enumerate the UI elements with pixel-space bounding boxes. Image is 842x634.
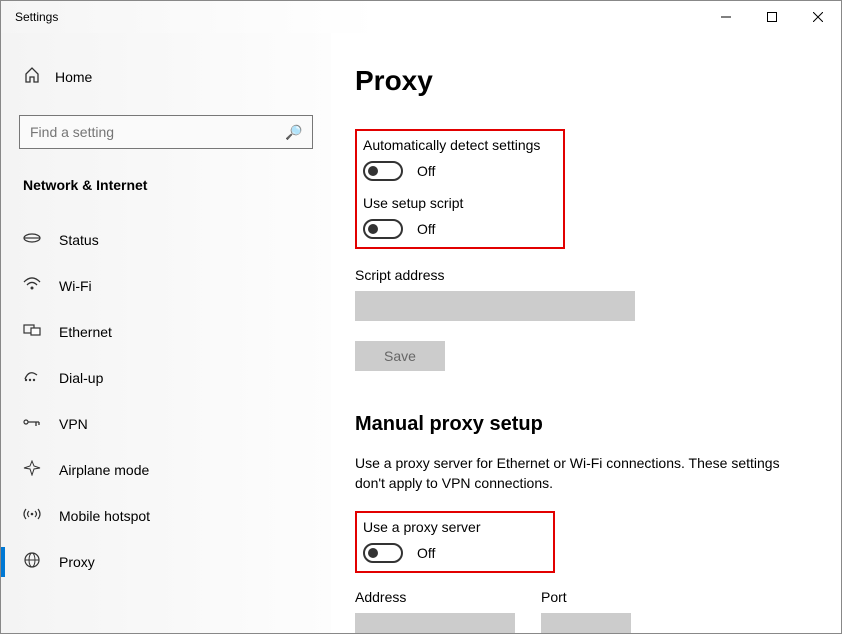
page-title: Proxy: [355, 65, 813, 97]
dialup-icon: [23, 369, 41, 387]
sidebar: Home 🔍 Network & Internet Status Wi-Fi E…: [1, 33, 331, 633]
maximize-icon: [767, 12, 777, 22]
sidebar-item-label: Dial-up: [59, 370, 103, 386]
ethernet-icon: [23, 323, 41, 341]
setup-script-state: Off: [417, 221, 435, 237]
sidebar-item-ethernet[interactable]: Ethernet: [1, 309, 331, 355]
address-input: [355, 613, 515, 633]
wifi-icon: [23, 277, 41, 295]
proxy-icon: [23, 552, 41, 572]
sidebar-item-label: Ethernet: [59, 324, 112, 340]
close-icon: [813, 12, 823, 22]
status-icon: [23, 231, 41, 249]
manual-header: Manual proxy setup: [355, 413, 813, 436]
auto-detect-toggle[interactable]: [363, 161, 403, 181]
manual-description: Use a proxy server for Ethernet or Wi-Fi…: [355, 454, 805, 493]
close-button[interactable]: [795, 1, 841, 33]
sidebar-item-label: Mobile hotspot: [59, 508, 150, 524]
home-icon: [23, 67, 41, 87]
sidebar-item-label: Proxy: [59, 554, 95, 570]
address-label: Address: [355, 589, 515, 605]
titlebar: Settings: [1, 1, 841, 33]
use-proxy-label: Use a proxy server: [363, 519, 543, 535]
use-proxy-state: Off: [417, 545, 435, 561]
sidebar-item-vpn[interactable]: VPN: [1, 401, 331, 447]
sidebar-item-airplane[interactable]: Airplane mode: [1, 447, 331, 493]
port-input: [541, 613, 631, 633]
hotspot-icon: [23, 506, 41, 526]
home-nav[interactable]: Home: [1, 61, 331, 93]
home-label: Home: [55, 69, 92, 85]
script-address-label: Script address: [355, 267, 813, 283]
maximize-button[interactable]: [749, 1, 795, 33]
search-icon: 🔍: [285, 124, 302, 141]
sidebar-item-label: VPN: [59, 416, 88, 432]
sidebar-item-hotspot[interactable]: Mobile hotspot: [1, 493, 331, 539]
airplane-icon: [23, 460, 41, 480]
section-header: Network & Internet: [1, 177, 331, 193]
search-input[interactable]: [30, 124, 285, 140]
sidebar-item-status[interactable]: Status: [1, 217, 331, 263]
sidebar-item-dialup[interactable]: Dial-up: [1, 355, 331, 401]
minimize-icon: [721, 12, 731, 22]
highlight-box-auto: Automatically detect settings Off Use se…: [355, 129, 565, 249]
sidebar-item-label: Wi-Fi: [59, 278, 92, 294]
highlight-box-manual: Use a proxy server Off: [355, 511, 555, 573]
search-box[interactable]: 🔍: [19, 115, 313, 149]
sidebar-item-proxy[interactable]: Proxy: [1, 539, 331, 585]
vpn-icon: [23, 415, 41, 433]
sidebar-item-label: Airplane mode: [59, 462, 149, 478]
auto-detect-label: Automatically detect settings: [363, 137, 553, 153]
setup-script-toggle[interactable]: [363, 219, 403, 239]
sidebar-item-label: Status: [59, 232, 99, 248]
save-button: Save: [355, 341, 445, 371]
window-title: Settings: [1, 10, 58, 24]
main-content: Proxy Automatically detect settings Off …: [331, 33, 841, 633]
minimize-button[interactable]: [703, 1, 749, 33]
setup-script-label: Use setup script: [363, 195, 553, 211]
script-address-input: [355, 291, 635, 321]
port-label: Port: [541, 589, 631, 605]
sidebar-item-wifi[interactable]: Wi-Fi: [1, 263, 331, 309]
auto-detect-state: Off: [417, 163, 435, 179]
use-proxy-toggle[interactable]: [363, 543, 403, 563]
